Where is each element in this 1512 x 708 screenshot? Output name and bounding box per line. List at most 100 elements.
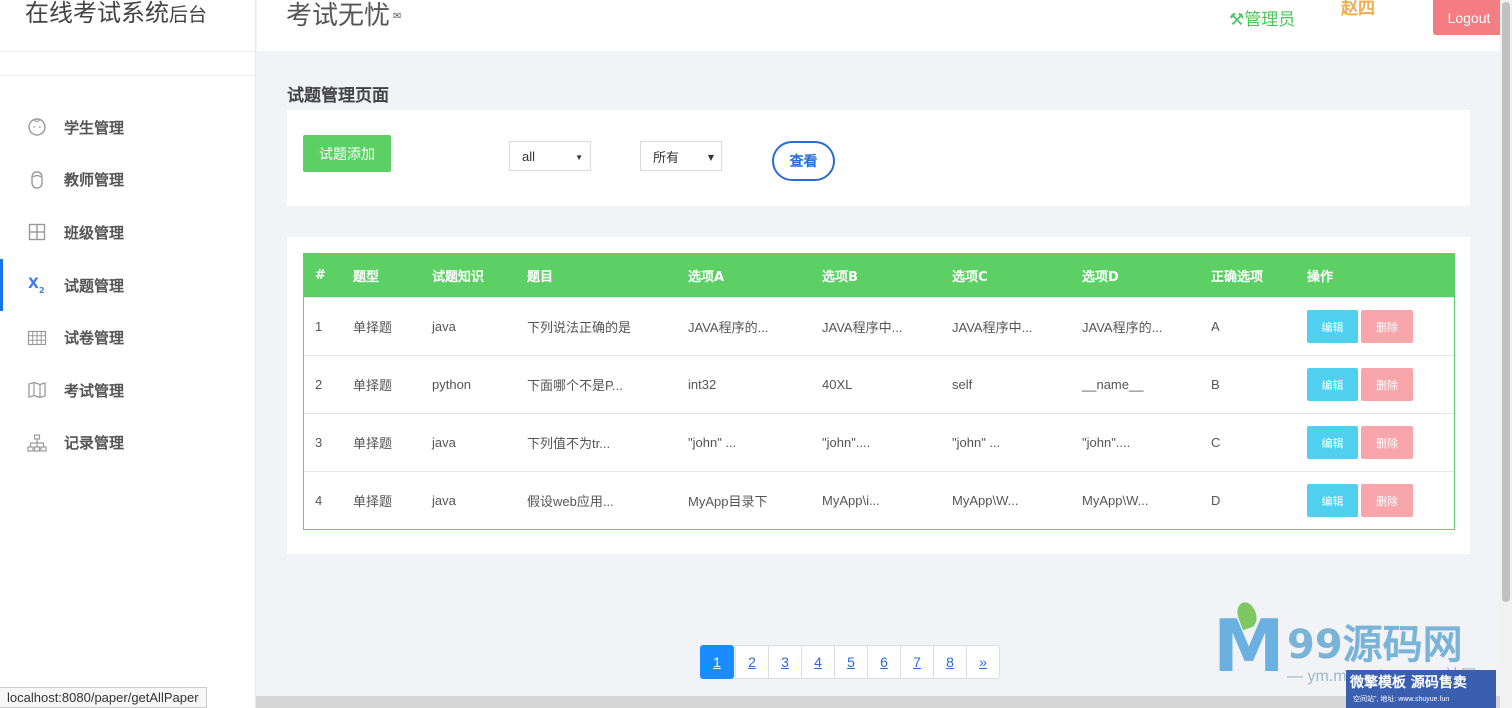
- student-icon: [26, 116, 48, 138]
- sidebar-item-label: 班级管理: [64, 223, 125, 242]
- table-header-row: # 题型 试题知识 题目 选项A 选项B 选项C 选项D 正确选项 操作: [304, 254, 1454, 297]
- table-cell: "john"....: [822, 435, 871, 450]
- sidebar-item-label: 教师管理: [64, 171, 125, 190]
- column-header: 选项B: [822, 270, 858, 285]
- vertical-scrollbar[interactable]: [1500, 0, 1512, 708]
- knowledge-select-value: all: [522, 148, 536, 164]
- scrollbar-thumb[interactable]: [1502, 2, 1510, 602]
- sidebar-item-label: 学生管理: [64, 118, 125, 137]
- sidebar-item-questions[interactable]: X2 试题管理: [0, 258, 256, 312]
- filter-panel: 试题添加 all ▼ 所有 ▼ 查看: [287, 110, 1470, 206]
- table-cell: 2: [315, 377, 323, 392]
- svg-text:X: X: [28, 276, 39, 292]
- table-row: 4 单择题 java 假设web应用... MyApp目录下 MyApp\i..…: [304, 471, 1454, 529]
- table-cell: 单择题: [353, 494, 393, 509]
- table-cell: 3: [315, 435, 323, 450]
- sidebar-item-teachers[interactable]: 教师管理: [0, 154, 256, 207]
- app-title-text: 考试无忧: [286, 1, 391, 31]
- questions-table: # 题型 试题知识 题目 选项A 选项B 选项C 选项D 正确选项 操作 1 单…: [303, 253, 1455, 530]
- status-bar-url: localhost:8080/paper/getAllPaper: [0, 687, 207, 708]
- sidebar-item-classes[interactable]: 班级管理: [0, 206, 256, 259]
- sidebar-item-papers[interactable]: 试卷管理: [0, 311, 256, 364]
- page-link-6[interactable]: 6: [867, 645, 901, 679]
- table-cell: MyApp目录下: [688, 494, 768, 509]
- table-cell: JAVA程序的...: [688, 320, 769, 335]
- delete-button[interactable]: 删除: [1361, 426, 1413, 459]
- app-title: 考试无忧 ✉: [286, 0, 401, 33]
- page-link-2[interactable]: 2: [735, 645, 769, 679]
- page-link-5[interactable]: 5: [834, 645, 868, 679]
- edit-button[interactable]: 编辑: [1307, 368, 1358, 401]
- column-header: 操作: [1307, 270, 1334, 285]
- table-cell: 单择题: [353, 378, 393, 393]
- sidebar-item-records[interactable]: 记录管理: [0, 417, 256, 470]
- watermark-badge-text: 空间站", 地址: www.shuyue.fun: [1353, 696, 1450, 703]
- edit-button[interactable]: 编辑: [1307, 484, 1358, 517]
- page-link-8[interactable]: 8: [933, 645, 967, 679]
- table-cell: __name__: [1082, 377, 1144, 392]
- edit-button[interactable]: 编辑: [1307, 310, 1358, 343]
- column-header: #: [315, 268, 326, 283]
- column-header: 选项D: [1082, 270, 1119, 285]
- user-name[interactable]: 赵四: [1341, 0, 1375, 19]
- page-link-3[interactable]: 3: [768, 645, 802, 679]
- role-link[interactable]: ⚒管理员: [1229, 5, 1295, 30]
- page-link-4[interactable]: 4: [801, 645, 835, 679]
- column-header: 选项C: [952, 270, 988, 285]
- table-cell: 下面哪个不是P...: [527, 378, 623, 393]
- pagination: 1 2 3 4 5 6 7 8 »: [700, 645, 1000, 679]
- sidebar: 在线考试系统后台 学生管理 教师管理 班级管理 X2 试题管理 试卷管理 考试管…: [0, 0, 256, 708]
- table-cell: "john"....: [1082, 435, 1131, 450]
- table-cell: 单择题: [353, 436, 393, 451]
- view-button[interactable]: 查看: [772, 141, 835, 181]
- table-cell: 1: [315, 319, 323, 334]
- table-cell: MyApp\i...: [822, 493, 880, 508]
- delete-button[interactable]: 删除: [1361, 310, 1413, 343]
- brand-title-main: 在线考试系统: [25, 0, 169, 27]
- page-link-1[interactable]: 1: [700, 645, 734, 679]
- delete-button[interactable]: 删除: [1361, 484, 1413, 517]
- add-question-button[interactable]: 试题添加: [303, 135, 391, 172]
- table-row: 2 单择题 python 下面哪个不是P... int32 40XL self …: [304, 355, 1454, 413]
- type-select-value: 所有: [653, 150, 680, 166]
- delete-button[interactable]: 删除: [1361, 368, 1413, 401]
- sidebar-item-students[interactable]: 学生管理: [0, 101, 256, 154]
- sidebar-item-exams[interactable]: 考试管理: [0, 364, 256, 417]
- table-cell: 下列值不为tr...: [527, 436, 611, 451]
- table-cell: C: [1211, 435, 1221, 450]
- subscript-x-icon: X2: [26, 274, 48, 296]
- table-icon: [26, 327, 48, 349]
- edit-button[interactable]: 编辑: [1307, 426, 1358, 459]
- table-row: 1 单择题 java 下列说法正确的是 JAVA程序的... JAVA程序中..…: [304, 297, 1454, 355]
- table-cell: JAVA程序的...: [1082, 320, 1163, 335]
- table-cell: MyApp\W...: [952, 493, 1019, 508]
- table-cell: MyApp\W...: [1082, 493, 1149, 508]
- questions-panel: # 题型 试题知识 题目 选项A 选项B 选项C 选项D 正确选项 操作 1 单…: [287, 237, 1470, 554]
- type-select[interactable]: 所有 ▼: [640, 141, 722, 171]
- svg-text:2: 2: [39, 286, 45, 295]
- table-row: 3 单择题 java 下列值不为tr... "john" ... "john".…: [304, 413, 1454, 471]
- table-cell: java: [432, 435, 456, 450]
- table-cell: 单择题: [353, 320, 393, 335]
- knowledge-select[interactable]: all ▼: [509, 141, 591, 171]
- grid-icon: [26, 221, 48, 243]
- table-cell: JAVA程序中...: [952, 320, 1033, 335]
- column-header: 试题知识: [432, 270, 485, 285]
- logout-button[interactable]: Logout: [1433, 0, 1505, 35]
- sidebar-item-label: 考试管理: [64, 381, 125, 400]
- horizontal-scrollbar[interactable]: [256, 696, 1500, 708]
- column-header: 选项A: [688, 270, 725, 285]
- table-cell: 4: [315, 493, 323, 508]
- table-cell: "john" ...: [688, 435, 737, 450]
- table-cell: 40XL: [822, 377, 853, 392]
- watermark-m: M: [1213, 604, 1285, 688]
- column-header: 题型: [353, 270, 380, 285]
- map-icon: [26, 379, 48, 401]
- table-cell: 下列说法正确的是: [527, 320, 632, 335]
- hammer-icon: ⚒: [1229, 10, 1245, 30]
- page-link-7[interactable]: 7: [900, 645, 934, 679]
- mail-icon: ✉: [393, 10, 402, 22]
- sidebar-item-label: 试题管理: [64, 276, 125, 295]
- table-cell: D: [1211, 493, 1221, 508]
- next-page-link[interactable]: »: [966, 645, 1000, 679]
